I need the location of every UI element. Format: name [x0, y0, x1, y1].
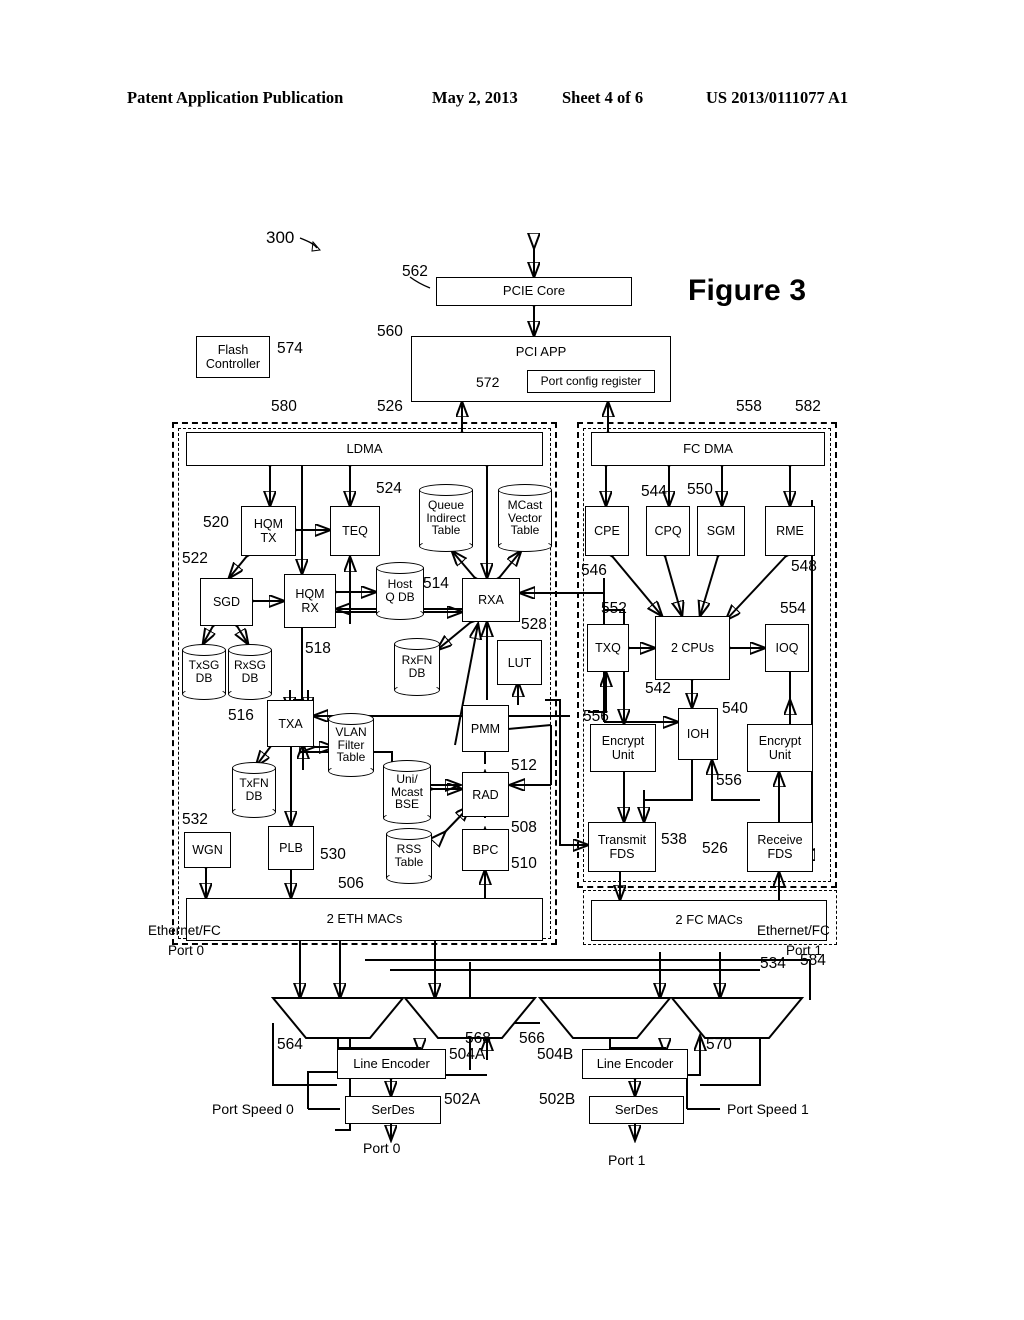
leader-300	[299, 237, 321, 252]
patent-sheet: Patent Application Publication May 2, 20…	[0, 0, 1024, 1320]
